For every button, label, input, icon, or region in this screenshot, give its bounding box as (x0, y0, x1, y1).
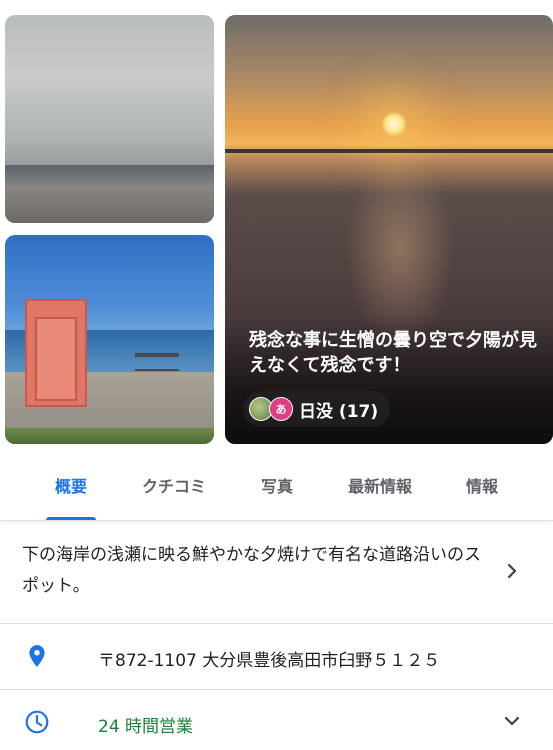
photo-sand (5, 185, 214, 223)
location-pin-icon (24, 643, 50, 669)
tab-about[interactable]: 情報 (455, 458, 509, 520)
photo-sea (5, 165, 214, 185)
chevron-down-icon[interactable] (503, 712, 521, 733)
photos-chip[interactable]: あ 日没 (17) (243, 391, 391, 427)
hours-status[interactable]: 24 時間営業 (98, 712, 193, 737)
tab-label: 概要 (54, 477, 87, 496)
divider (0, 623, 553, 624)
tab-label: 情報 (465, 477, 498, 496)
chevron-right-icon[interactable] (505, 563, 519, 584)
photo-booth-door (35, 317, 77, 401)
photo-bench (135, 353, 179, 371)
divider (0, 689, 553, 690)
tab-label: 写真 (260, 477, 293, 496)
photo-caption: 残念な事に生憎の曇り空で夕陽が見えなくて残念です！ (249, 330, 537, 376)
tab-label: 最新情報 (347, 477, 412, 496)
photo-beach-kites[interactable] (5, 15, 214, 223)
tab-label: クチコミ (141, 477, 206, 496)
photo-booth (25, 299, 87, 407)
tab-photos[interactable]: 写真 (250, 458, 304, 520)
photo-horizon (225, 149, 553, 153)
tab-reviews[interactable]: クチコミ (134, 458, 214, 520)
clock-icon (24, 709, 50, 735)
tab-bar: 概要 クチコミ 写真 最新情報 情報 (0, 458, 553, 521)
tab-updates[interactable]: 最新情報 (338, 458, 422, 520)
photos-chip-label: 日没 (17) (299, 401, 379, 422)
tab-overview[interactable]: 概要 (46, 458, 96, 520)
place-description[interactable]: 下の海岸の浅瀬に映る鮮やかな夕焼けで有名な道路沿いのスポット。 (22, 540, 492, 602)
photo-red-booth[interactable] (5, 235, 214, 444)
photo-sunset-hero[interactable]: 残念な事に生憎の曇り空で夕陽が見えなくて残念です！ あ 日没 (17) (225, 15, 553, 444)
photo-sun (381, 111, 407, 137)
photo-grass (5, 428, 214, 444)
address-text[interactable]: 〒872-1107 大分県豊後高田市臼野５１２５ (98, 646, 440, 671)
avatar: あ (269, 397, 293, 421)
tab-active-indicator (46, 517, 96, 520)
